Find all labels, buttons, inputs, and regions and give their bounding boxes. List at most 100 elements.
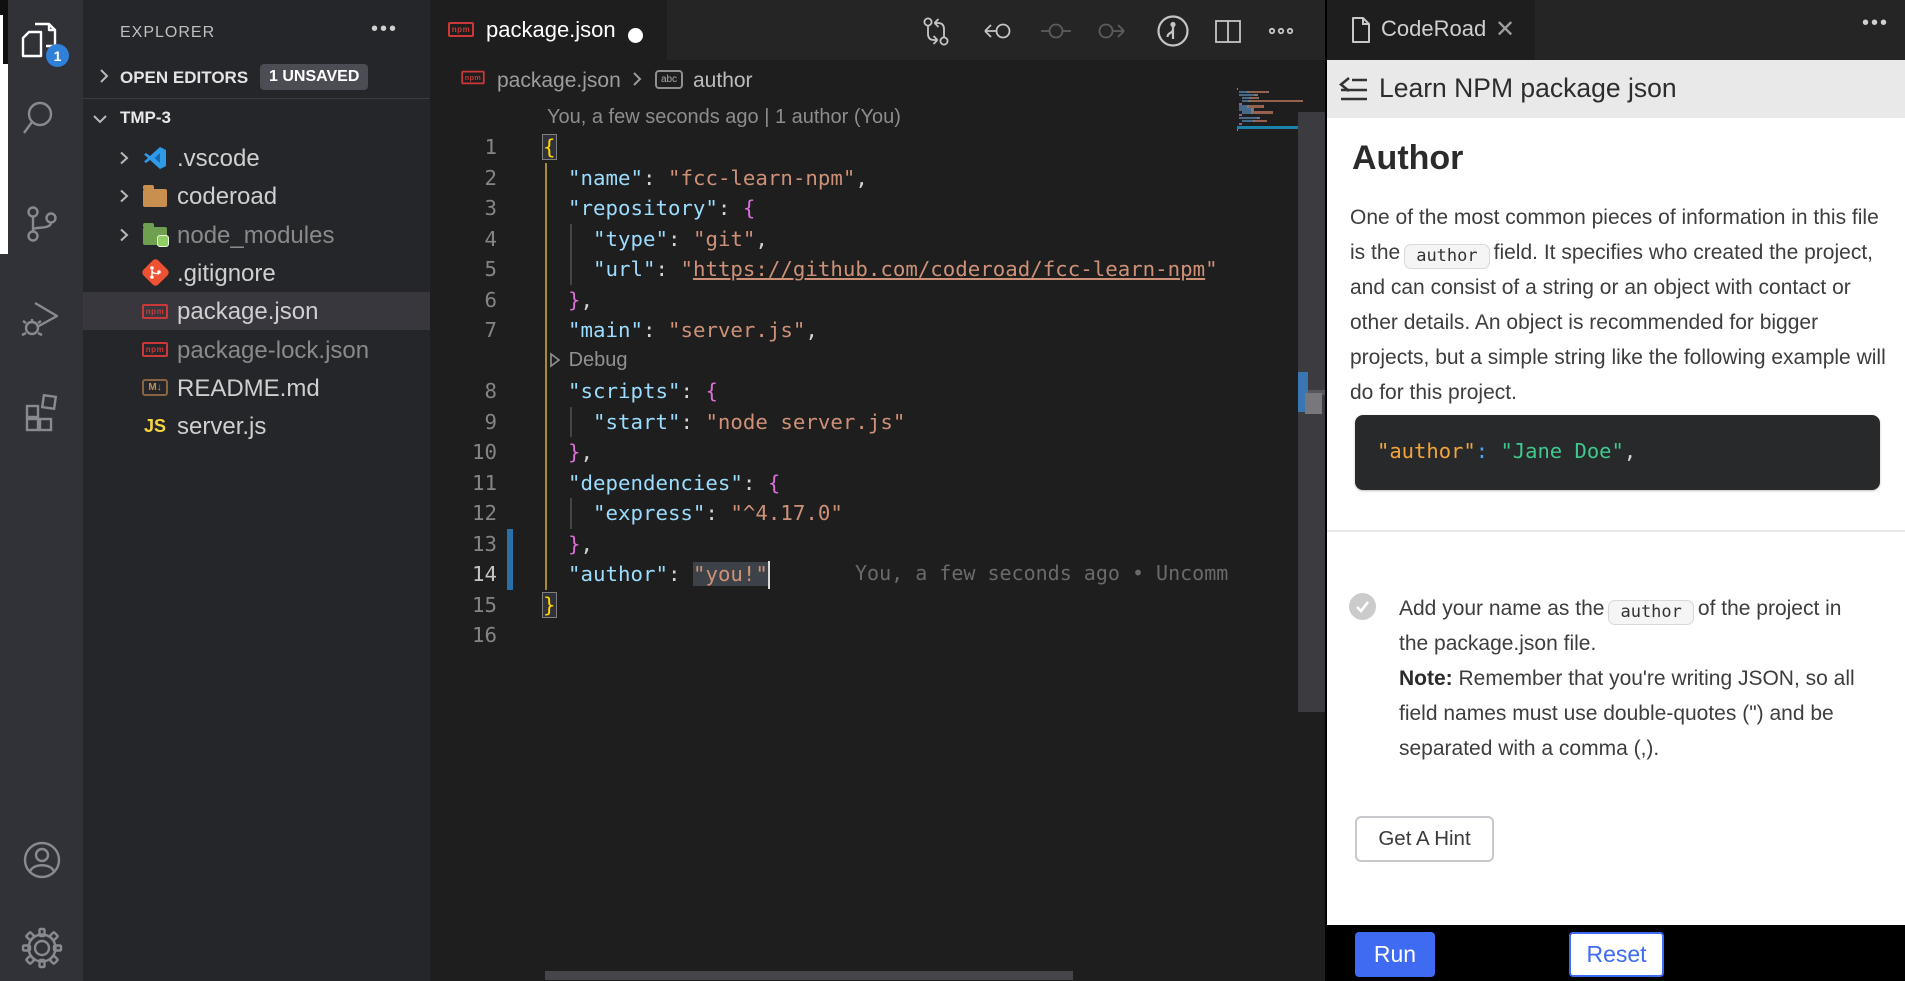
- sidebar-more-actions-icon[interactable]: •••: [371, 18, 398, 41]
- open-editors-section[interactable]: OPEN EDITORS 1 UNSAVED: [83, 58, 430, 98]
- get-a-hint-button[interactable]: Get A Hint: [1355, 816, 1494, 862]
- inline-blame: You, a few seconds ago • Uncomm: [855, 561, 1228, 585]
- folder-icon: [142, 183, 168, 209]
- file-tree-item-package-lock-json[interactable]: npm package-lock.json: [83, 331, 430, 369]
- line-text: },: [543, 529, 593, 560]
- line-text: "express": "^4.17.0": [543, 498, 843, 529]
- file-icon: [1347, 16, 1375, 44]
- code-line-10[interactable]: 10 },: [430, 437, 1237, 468]
- tutorial-title: Learn NPM package json: [1379, 73, 1677, 104]
- file-tree-item-coderoad[interactable]: coderoad: [83, 177, 430, 215]
- line-text: "main": "server.js",: [543, 315, 818, 346]
- inline-code-chip: author: [1404, 244, 1489, 269]
- run-debug-icon[interactable]: [19, 295, 65, 341]
- code-line-15[interactable]: 15}: [430, 590, 1237, 621]
- file-tree-item-README-md[interactable]: M↓README.md: [83, 369, 430, 407]
- paragraph-line-2: is theauthorfield. It specifies who crea…: [1350, 241, 1873, 269]
- line-text: "dependencies": {: [543, 468, 780, 499]
- minimap-line: [1268, 91, 1269, 93]
- code-line-9[interactable]: 9 "start": "node server.js": [430, 407, 1237, 438]
- code-line-16[interactable]: 16: [430, 620, 1237, 651]
- task-line-2: the package.json file.: [1399, 632, 1596, 656]
- line-text: },: [543, 285, 593, 316]
- vertical-scrollbar[interactable]: [1298, 0, 1325, 981]
- account-icon[interactable]: [19, 837, 65, 883]
- debug-codelens[interactable]: Debug: [547, 349, 628, 372]
- chevron-right-icon: [116, 150, 132, 166]
- file-tree-item-server-js[interactable]: JSserver.js: [83, 407, 430, 445]
- task-line-3: Note: Remember that you're writing JSON,…: [1399, 667, 1855, 691]
- minimap-line: [1263, 105, 1264, 107]
- minimap[interactable]: [1237, 55, 1300, 981]
- gutter-modified-indicator: [507, 529, 513, 560]
- chevron-right-icon: [95, 67, 113, 85]
- code-line-8[interactable]: 8 "scripts": {: [430, 376, 1237, 407]
- line-text: {: [543, 132, 556, 163]
- file-tree-item--gitignore[interactable]: .gitignore: [83, 254, 430, 292]
- line-text: "url": "https://github.com/coderoad/fcc-…: [543, 254, 1218, 285]
- close-icon[interactable]: ✕: [1495, 15, 1515, 44]
- source-control-icon[interactable]: [19, 202, 65, 248]
- file-label: README.md: [177, 375, 320, 403]
- code-line-4[interactable]: 4 "type": "git",: [430, 224, 1237, 255]
- line-number: 1: [430, 132, 497, 163]
- code-line-6[interactable]: 6 },: [430, 285, 1237, 316]
- file-tree-item--vscode[interactable]: .vscode: [83, 139, 430, 177]
- line-number: 4: [430, 224, 497, 255]
- npm-icon: npm: [142, 337, 168, 363]
- code-line-11[interactable]: 11 "dependencies": {: [430, 468, 1237, 499]
- file-label: node_modules: [177, 222, 334, 250]
- explorer-sidebar: EXPLORER ••• OPEN EDITORS 1 UNSAVED TMP-…: [83, 0, 430, 981]
- chevron-right-icon: [116, 227, 132, 243]
- file-tree-item-package-json[interactable]: npmpackage.json: [83, 292, 430, 330]
- reset-button[interactable]: Reset: [1569, 932, 1664, 977]
- lesson-heading: Author: [1352, 139, 1463, 178]
- minimap-line: [1253, 111, 1273, 113]
- horizontal-scrollbar[interactable]: [545, 971, 1073, 980]
- line-number: 8: [430, 376, 497, 407]
- line-text: }: [543, 590, 556, 621]
- indent-guide: [570, 224, 572, 285]
- file-label: package-lock.json: [177, 337, 369, 365]
- minimap-line: [1237, 88, 1238, 90]
- minimap-line: [1242, 120, 1253, 122]
- root-folder-row[interactable]: TMP-3: [83, 99, 430, 138]
- content-divider: [1327, 530, 1905, 532]
- code-area[interactable]: You, a few seconds ago | 1 author (You) …: [430, 0, 1325, 981]
- panel-more-actions-icon[interactable]: •••: [1862, 12, 1889, 35]
- extensions-icon[interactable]: [19, 388, 65, 434]
- task-line-4: field names must use double-quotes (") a…: [1399, 702, 1834, 726]
- search-icon[interactable]: [19, 95, 65, 141]
- explorer-badge: 1: [46, 44, 69, 67]
- line-number: 7: [430, 315, 497, 346]
- code-line-7[interactable]: 7 "main": "server.js",: [430, 315, 1237, 346]
- file-label: coderoad: [177, 183, 277, 211]
- line-number: 13: [430, 529, 497, 560]
- line-text: "name": "fcc-learn-npm",: [543, 163, 868, 194]
- run-button[interactable]: Run: [1355, 932, 1435, 977]
- text-cursor: [768, 561, 771, 589]
- code-line-13[interactable]: 13 },: [430, 529, 1237, 560]
- panel-tab-bar: CodeRoad ✕ •••: [1327, 0, 1905, 60]
- file-tree-item-node-modules[interactable]: node_modules: [83, 216, 430, 254]
- line-text: "type": "git",: [543, 224, 768, 255]
- settings-icon[interactable]: [19, 925, 65, 971]
- code-line-12[interactable]: 12 "express": "^4.17.0": [430, 498, 1237, 529]
- back-to-list-icon[interactable]: [1339, 74, 1369, 106]
- paragraph-line-1: One of the most common pieces of informa…: [1350, 206, 1879, 230]
- file-label: package.json: [177, 298, 318, 326]
- line-number: 16: [430, 620, 497, 651]
- indent-guide: [570, 407, 572, 438]
- code-line-3[interactable]: 3 "repository": {: [430, 193, 1237, 224]
- author-lens[interactable]: You, a few seconds ago | 1 author (You): [547, 106, 901, 129]
- code-line-1[interactable]: 1{: [430, 132, 1237, 163]
- tab-coderoad[interactable]: CodeRoad ✕: [1327, 0, 1535, 60]
- tutorial-header: Learn NPM package json: [1327, 60, 1905, 118]
- minimap-line: [1242, 111, 1251, 113]
- line-number: 2: [430, 163, 497, 194]
- line-number: 12: [430, 498, 497, 529]
- root-folder-label: TMP-3: [120, 108, 171, 128]
- code-line-2[interactable]: 2 "name": "fcc-learn-npm",: [430, 163, 1237, 194]
- overview-ruler-cursor: [1305, 393, 1322, 414]
- code-line-5[interactable]: 5 "url": "https://github.com/coderoad/fc…: [430, 254, 1237, 285]
